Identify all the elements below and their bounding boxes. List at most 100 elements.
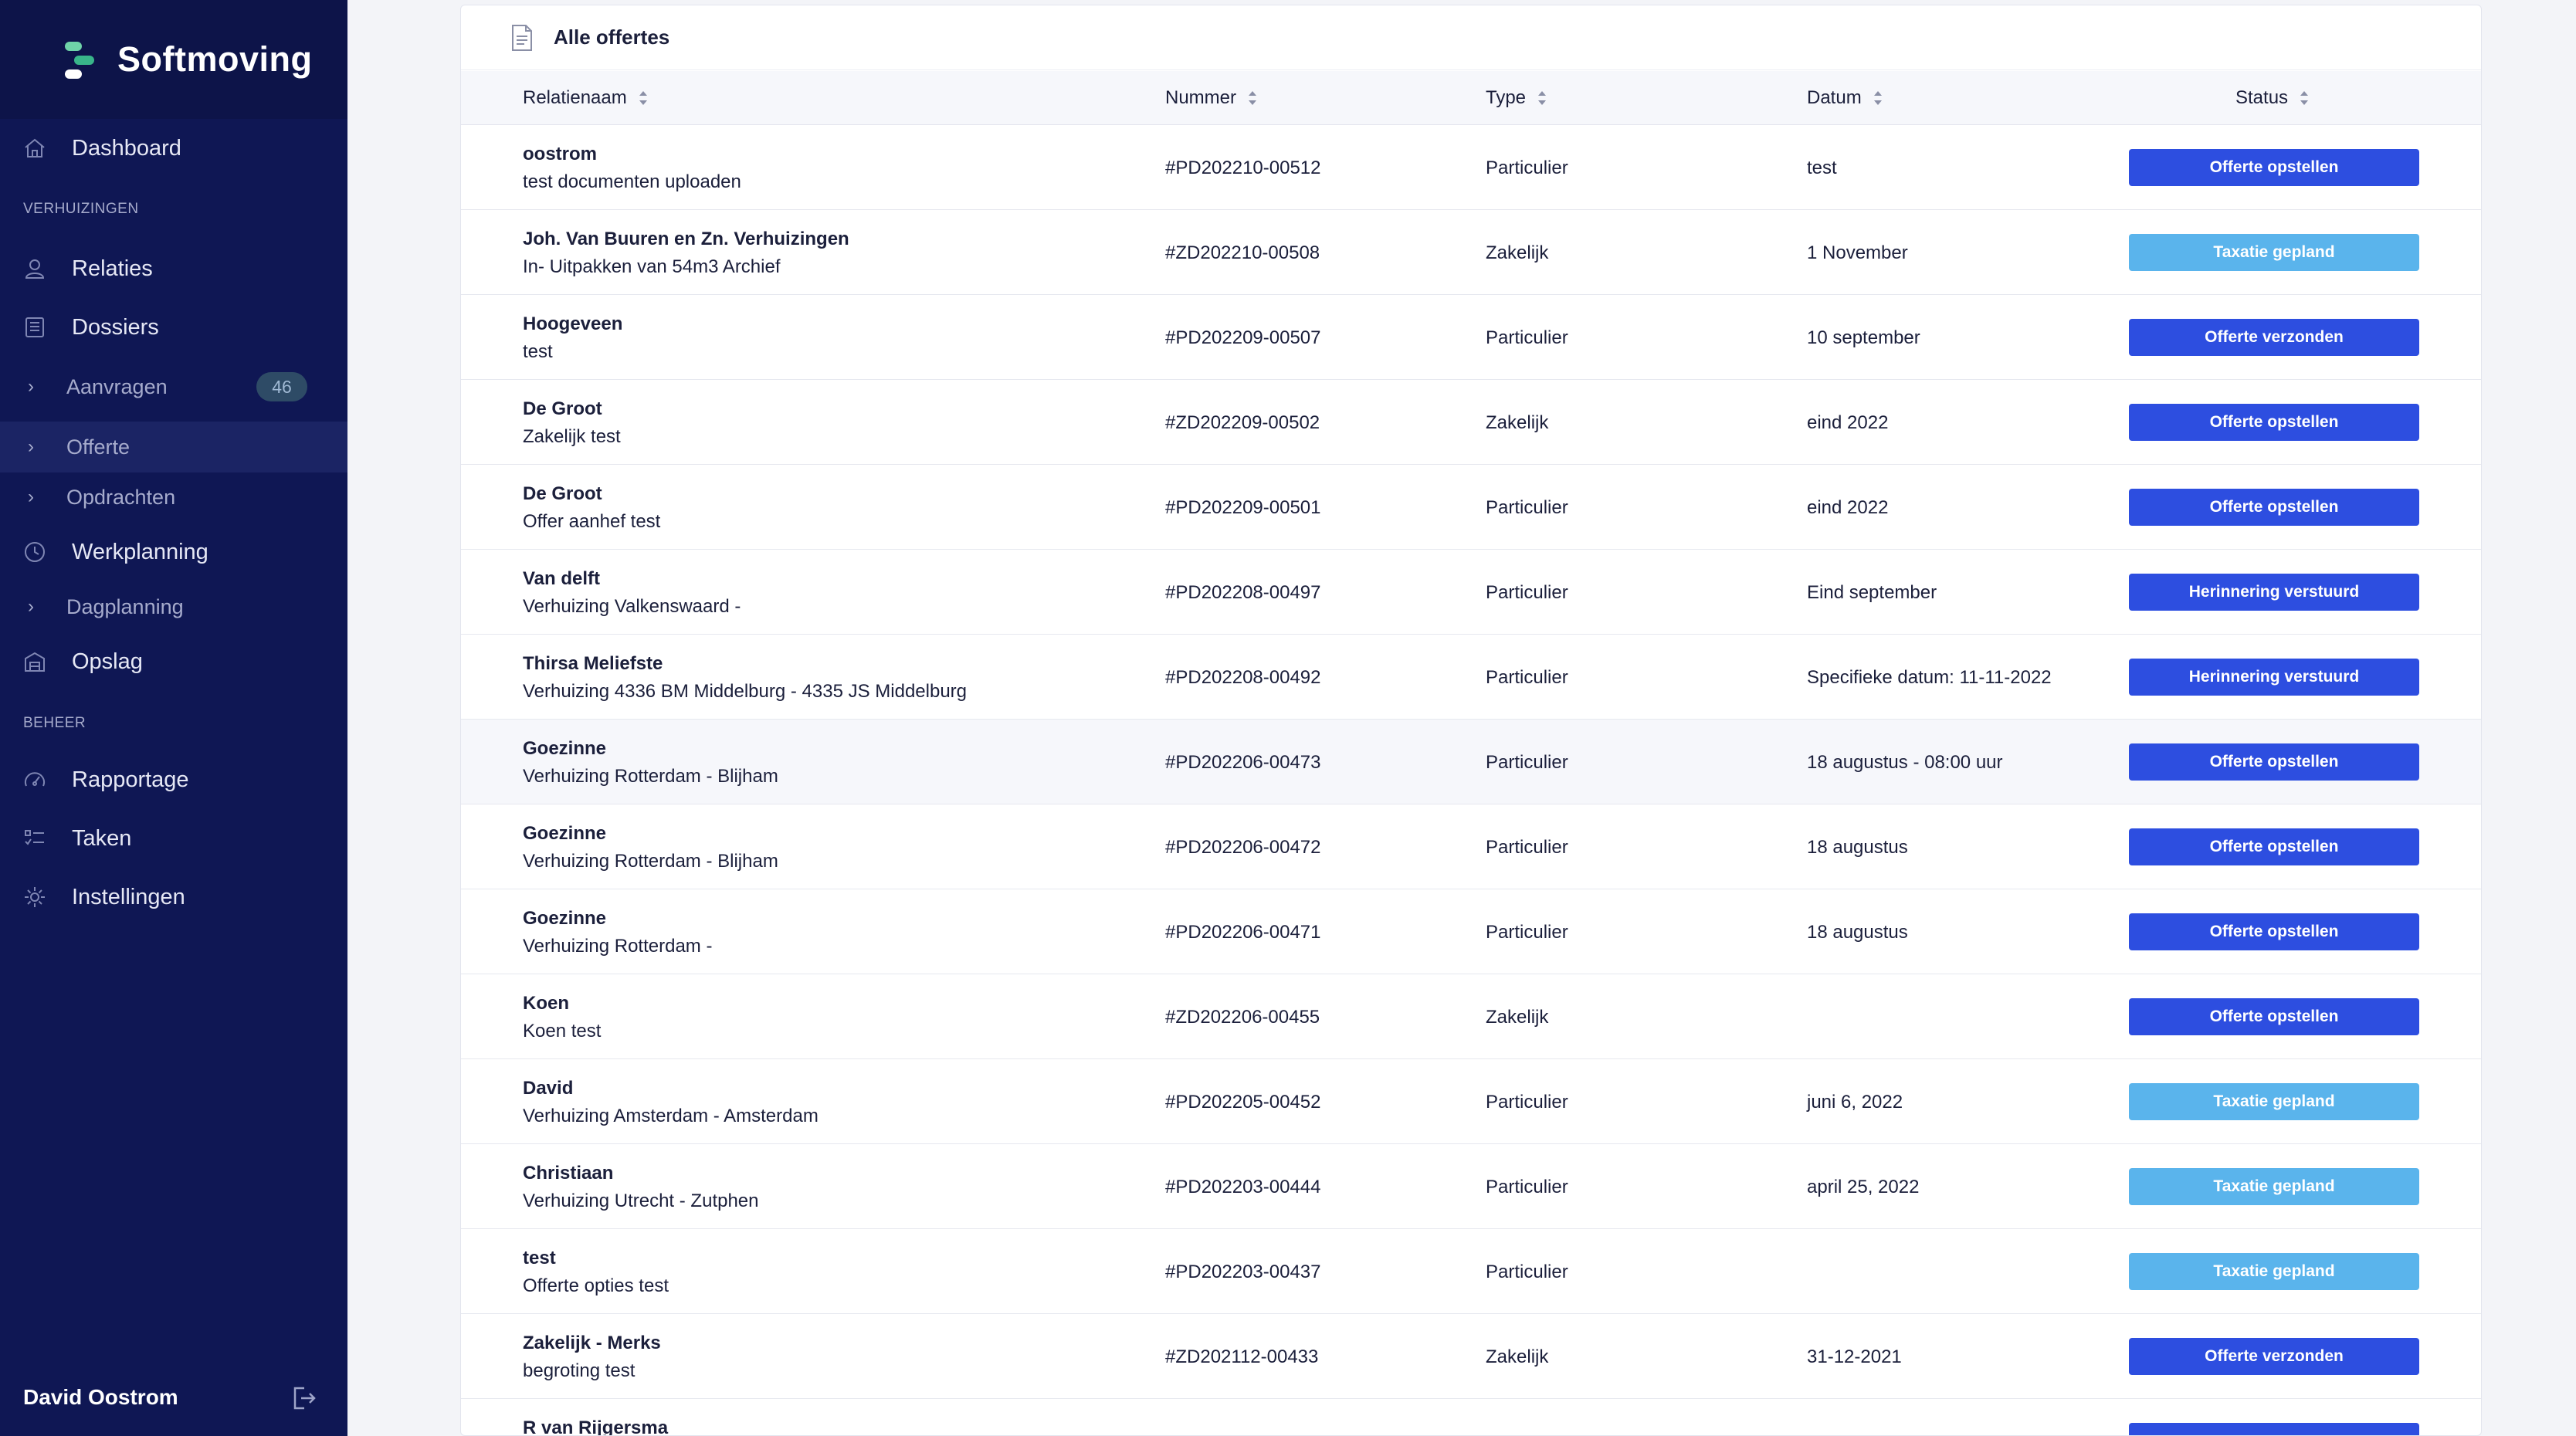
sidebar-item-rapportage[interactable]: Rapportage [0,750,347,809]
sidebar-item-taken[interactable]: Taken [0,809,347,868]
count-badge: 46 [256,372,307,401]
relation-description: In- Uitpakken van 54m3 Archief [523,256,781,277]
relation-description: Zakelijk test [523,426,621,447]
table-row[interactable]: Joh. Van Buuren en Zn. Verhuizingen In- U… [461,210,2481,295]
table-row[interactable]: Zakelijk - Merks begroting test #ZD202112-… [461,1314,2481,1399]
offer-type: Particulier [1486,497,1568,518]
column-header-datum[interactable]: Datum [1807,71,1883,125]
table-row[interactable]: Goezinne Verhuizing Rotterdam - Blijham #P… [461,720,2481,804]
offer-number: #ZD202210-00508 [1165,242,1320,263]
status-badge[interactable]: Herinnering verstuurd [2129,574,2419,611]
table-row[interactable]: oostrom test documenten uploaden #PD202210… [461,125,2481,210]
user-panel: David Oostrom [0,1363,347,1436]
logout-icon[interactable] [289,1384,318,1413]
sidebar-item-instellingen[interactable]: Instellingen [0,868,347,926]
table-row[interactable]: Goezinne Verhuizing Rotterdam - Blijham #P… [461,804,2481,889]
sidebar-item-label: Opdrachten [66,485,176,509]
sidebar-item-aanvragen[interactable]: › Aanvragen 46 [0,361,347,412]
status-badge[interactable] [2129,1423,2419,1435]
column-label: Relatienaam [523,87,627,108]
column-header-type[interactable]: Type [1486,71,1547,125]
offer-date: 1 November [1807,242,1908,263]
table-row[interactable]: Hoogeveen test #PD202209-00507 Particulier 1… [461,295,2481,380]
relation-name: Zakelijk - Merks [523,1333,661,1353]
relation-description: test [523,341,553,362]
user-name: David Oostrom [23,1385,178,1409]
column-label: Datum [1807,87,1862,108]
sort-icon [1249,91,1257,105]
table-row[interactable]: De Groot Offer aanhef test #PD202209-00501… [461,465,2481,550]
status-badge[interactable]: Herinnering verstuurd [2129,659,2419,696]
offer-type: Particulier [1486,667,1568,688]
status-badge[interactable]: Offerte opstellen [2129,998,2419,1035]
gauge-icon [22,767,48,793]
sidebar-item-dagplanning[interactable]: › Dagplanning [0,581,347,632]
offer-number: #PD202208-00497 [1165,582,1321,603]
user-icon [22,256,48,282]
relation-name: De Groot [523,398,602,419]
table-row[interactable]: Koen Koen test #ZD202206-00455 Zakelijk Offe… [461,974,2481,1059]
gear-icon [22,884,48,910]
sidebar-item-opdrachten[interactable]: › Opdrachten [0,472,347,523]
status-badge[interactable]: Offerte opstellen [2129,489,2419,526]
offer-date: Eind september [1807,582,1937,603]
relation-name: Thirsa Meliefste [523,653,663,674]
offer-date: 10 september [1807,327,1920,348]
table-row[interactable]: test Offerte opties test #PD202203-00437 Pa… [461,1229,2481,1314]
relation-name: R van Rijgersma [523,1417,669,1436]
relation-name: Joh. Van Buuren en Zn. Verhuizingen [523,229,849,249]
home-icon [22,135,48,161]
chevron-right-icon: › [28,376,34,397]
status-badge[interactable]: Taxatie gepland [2129,1168,2419,1205]
sidebar-item-label: Aanvragen [66,374,168,398]
offer-date: juni 6, 2022 [1807,1092,1903,1113]
sidebar-item-label: Dashboard [72,135,181,161]
status-badge[interactable]: Offerte opstellen [2129,404,2419,441]
offer-type: Particulier [1486,752,1568,773]
table-row[interactable]: R van Rijgersma [461,1399,2481,1436]
sidebar-item-werkplanning[interactable]: Werkplanning [0,523,347,581]
table-row[interactable]: David Verhuizing Amsterdam - Amsterdam #PD… [461,1059,2481,1144]
sidebar-item-dossiers[interactable]: Dossiers [0,298,347,357]
offer-type: Particulier [1486,1177,1568,1197]
offer-date: 31-12-2021 [1807,1346,1902,1367]
column-header-nummer[interactable]: Nummer [1165,71,1258,125]
status-badge[interactable]: Offerte opstellen [2129,828,2419,865]
status-badge[interactable]: Taxatie gepland [2129,1253,2419,1290]
status-badge[interactable]: Taxatie gepland [2129,234,2419,271]
checklist-icon [22,825,48,852]
relation-description: begroting test [523,1360,636,1381]
offer-number: #ZD202209-00502 [1165,412,1320,433]
status-badge[interactable]: Offerte opstellen [2129,913,2419,950]
offer-type: Particulier [1486,922,1568,943]
relation-name: Goezinne [523,823,607,844]
table-row[interactable]: Goezinne Verhuizing Rotterdam - #PD202206-… [461,889,2481,974]
status-badge[interactable]: Offerte opstellen [2129,149,2419,186]
chevron-right-icon: › [28,436,34,457]
table-row[interactable]: Thirsa Meliefste Verhuizing 4336 BM Midde… [461,635,2481,720]
status-badge[interactable]: Offerte verzonden [2129,319,2419,356]
relation-name: Van delft [523,568,601,589]
offer-number: #PD202209-00507 [1165,327,1321,348]
page-title: Alle offertes [554,25,670,49]
brand[interactable]: Softmoving [0,0,347,119]
table-row[interactable]: Van delft Verhuizing Valkenswaard - #PD202… [461,550,2481,635]
offer-date: eind 2022 [1807,412,1889,433]
relation-description: Verhuizing Utrecht - Zutphen [523,1190,759,1211]
offer-type: Particulier [1486,837,1568,858]
table-row[interactable]: Christiaan Verhuizing Utrecht - Zutphen #P… [461,1144,2481,1229]
offer-date: test [1807,157,1837,178]
status-badge[interactable]: Offerte opstellen [2129,743,2419,781]
column-header-relatienaam[interactable]: Relatienaam [523,71,649,125]
table-row[interactable]: De Groot Zakelijk test #ZD202209-00502 Zake… [461,380,2481,465]
sidebar-item-opslag[interactable]: Opslag [0,632,347,691]
status-badge[interactable]: Taxatie gepland [2129,1083,2419,1120]
column-header-status[interactable]: Status [2235,71,2310,125]
relation-description: Offer aanhef test [523,511,661,532]
sidebar-item-offerte[interactable]: › Offerte [0,422,347,472]
sidebar-item-relaties[interactable]: Relaties [0,239,347,298]
sidebar-item-dashboard[interactable]: Dashboard [0,119,347,178]
chevron-right-icon: › [28,596,34,617]
status-badge[interactable]: Offerte verzonden [2129,1338,2419,1375]
sidebar-item-label: Rapportage [72,767,189,792]
